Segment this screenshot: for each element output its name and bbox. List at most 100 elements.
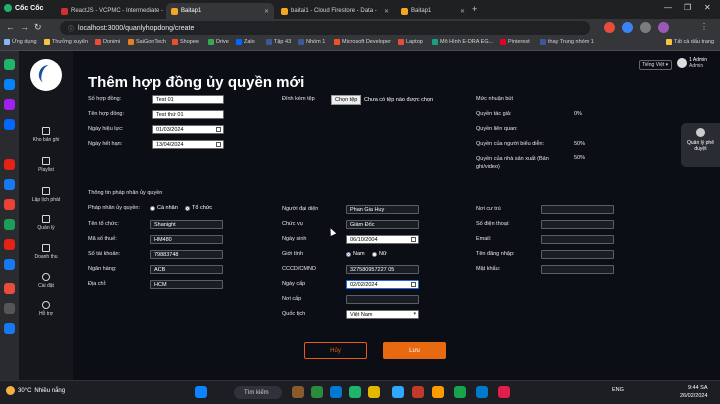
youtube-icon[interactable] bbox=[4, 159, 15, 170]
choose-file-button[interactable]: Chọn tệp bbox=[331, 95, 362, 105]
address-input[interactable]: HCM bbox=[150, 280, 223, 289]
extension-icon[interactable] bbox=[622, 22, 633, 33]
issue-place-input[interactable] bbox=[346, 295, 419, 304]
app-icon[interactable] bbox=[311, 386, 323, 398]
dob-input[interactable]: 06/10/2004 bbox=[346, 235, 419, 244]
app-logo[interactable] bbox=[30, 59, 62, 91]
language-select[interactable]: Tiếng Việt ▾ bbox=[639, 60, 672, 70]
coccoc-icon[interactable] bbox=[349, 386, 361, 398]
excel-icon[interactable] bbox=[4, 219, 15, 230]
bookmark-item[interactable]: Laptop bbox=[398, 39, 423, 45]
messenger-icon[interactable] bbox=[4, 79, 15, 90]
tab-reactjs[interactable]: ReactJS - VCPMC - Intermediate -✕ bbox=[56, 3, 174, 19]
photoshop-icon[interactable] bbox=[392, 386, 404, 398]
profile-icon[interactable] bbox=[658, 22, 669, 33]
expiry-date-input[interactable]: 13/04/2024 bbox=[152, 140, 224, 149]
phone-input[interactable] bbox=[541, 220, 614, 229]
system-clock[interactable]: 9:44 SA 26/02/2024 bbox=[680, 384, 708, 400]
all-bookmarks[interactable]: Tất cả dấu trang bbox=[666, 39, 714, 45]
residence-input[interactable] bbox=[541, 205, 614, 214]
id-input[interactable]: 327580957227 05 bbox=[346, 265, 419, 274]
menu-icon[interactable]: ⋮ bbox=[700, 22, 711, 33]
avatar[interactable] bbox=[677, 58, 687, 68]
downloads-icon[interactable] bbox=[640, 22, 651, 33]
weather-widget[interactable]: 30°C Nhiều nắng bbox=[6, 386, 65, 395]
org-name-input[interactable]: Shanight bbox=[150, 220, 223, 229]
sidebar-item-manage[interactable]: Quản lý bbox=[19, 215, 73, 231]
position-input[interactable]: Giám Đốc bbox=[346, 220, 419, 229]
google-icon[interactable] bbox=[4, 199, 15, 210]
sidebar-item-schedule[interactable]: Lập lịch phát bbox=[19, 187, 73, 203]
sidebar-item-revenue[interactable]: Doanh thu bbox=[19, 244, 73, 260]
bookmark-item[interactable]: Pinterest bbox=[500, 39, 530, 45]
calendar-icon[interactable] bbox=[216, 127, 221, 132]
tab-baitap1-active[interactable]: Baitap1 ✕ bbox=[166, 3, 274, 19]
nationality-select[interactable]: Việt Nam ▾ bbox=[346, 310, 419, 319]
taskbar-search[interactable]: Tìm kiếm bbox=[234, 386, 282, 399]
bookmark-item[interactable]: SaiGonTech bbox=[128, 39, 166, 45]
close-icon[interactable]: ✕ bbox=[384, 8, 389, 15]
calendar-icon[interactable] bbox=[411, 237, 416, 242]
email-input[interactable] bbox=[541, 235, 614, 244]
edge-icon[interactable] bbox=[330, 386, 342, 398]
xbox-icon[interactable] bbox=[454, 386, 466, 398]
cancel-button[interactable]: Hủy bbox=[304, 342, 367, 359]
username-input[interactable] bbox=[541, 250, 614, 259]
minimize-icon[interactable]: — bbox=[664, 3, 672, 12]
effective-date-input[interactable]: 01/03/2024 bbox=[152, 125, 224, 134]
widgets-icon[interactable] bbox=[292, 386, 304, 398]
bookmark-item[interactable]: thay Trung nhóm 1 bbox=[540, 39, 594, 45]
radio-female[interactable]: Nữ bbox=[372, 251, 387, 257]
radio-organization[interactable]: Tổ chức bbox=[185, 205, 212, 211]
youtube-icon[interactable] bbox=[4, 239, 15, 250]
password-input[interactable] bbox=[541, 265, 614, 274]
facebook-icon[interactable] bbox=[4, 179, 15, 190]
sidebar-item-archive[interactable]: Kho bản ghi bbox=[19, 127, 73, 143]
sidebar-settings-icon[interactable] bbox=[4, 303, 15, 314]
calendar-icon[interactable] bbox=[216, 142, 221, 147]
maximize-icon[interactable]: ❐ bbox=[684, 3, 691, 12]
tab-firestore[interactable]: baitai1 - Cloud Firestore - Data - ✕ bbox=[276, 3, 394, 19]
bookmark-item[interactable]: Thưởng xuyên bbox=[44, 39, 88, 45]
shop-icon[interactable] bbox=[4, 283, 15, 294]
calendar-icon[interactable] bbox=[411, 282, 416, 287]
close-icon[interactable]: ✕ bbox=[460, 8, 465, 15]
close-window-icon[interactable]: ✕ bbox=[704, 3, 711, 12]
sidebar-item-playlist[interactable]: Playlist bbox=[19, 157, 73, 173]
radio-male[interactable]: Nam bbox=[346, 251, 365, 257]
illustrator-icon[interactable] bbox=[432, 386, 444, 398]
sidebar-item-settings[interactable]: Cài đặt bbox=[19, 273, 73, 289]
bookmark-item[interactable]: Tập 43 bbox=[266, 39, 291, 45]
app-icon[interactable] bbox=[498, 386, 510, 398]
radio-individual[interactable]: Cá nhân bbox=[150, 205, 178, 211]
tax-input[interactable]: HM480 bbox=[150, 235, 223, 244]
bookmark-item[interactable]: Donimi bbox=[95, 39, 120, 45]
windows-start-icon[interactable] bbox=[195, 386, 207, 398]
bank-input[interactable]: ACB bbox=[150, 265, 223, 274]
messenger-icon[interactable] bbox=[4, 99, 15, 110]
representative-input[interactable]: Phan Gia Huy bbox=[346, 205, 419, 214]
extension-icon[interactable] bbox=[604, 22, 615, 33]
bookmark-item[interactable]: Microsoft Developer bbox=[334, 39, 391, 45]
save-button[interactable]: Lưu bbox=[383, 342, 446, 359]
sidebar-item-help[interactable]: Hỗ trợ bbox=[19, 301, 73, 317]
bookmark-item[interactable]: Ứng dụng bbox=[4, 39, 37, 45]
reload-icon[interactable]: ↻ bbox=[34, 22, 42, 33]
site-info-icon[interactable]: ⓘ bbox=[68, 24, 74, 33]
zalo-icon[interactable] bbox=[4, 119, 15, 130]
bookmark-item[interactable]: Zalo bbox=[236, 39, 255, 45]
file-explorer-icon[interactable] bbox=[368, 386, 380, 398]
contract-number-input[interactable]: Test 01 bbox=[152, 95, 224, 104]
issue-date-input[interactable]: 02/02/2024 bbox=[346, 280, 419, 289]
close-icon[interactable]: ✕ bbox=[264, 8, 269, 15]
vscode-icon[interactable] bbox=[476, 386, 488, 398]
bookmark-item[interactable]: Shopee bbox=[172, 39, 199, 45]
approval-panel-button[interactable]: Quản lý phê duyệt bbox=[681, 123, 720, 167]
history-icon[interactable] bbox=[4, 59, 15, 70]
facebook-icon[interactable] bbox=[4, 323, 15, 334]
back-icon[interactable]: ← bbox=[6, 22, 15, 32]
contract-name-input[interactable]: Test thứ 01 bbox=[152, 110, 224, 119]
bookmark-item[interactable]: Drive bbox=[208, 39, 229, 45]
bookmark-item[interactable]: Nhóm 1 bbox=[298, 39, 325, 45]
account-input[interactable]: 79883748 bbox=[150, 250, 223, 259]
